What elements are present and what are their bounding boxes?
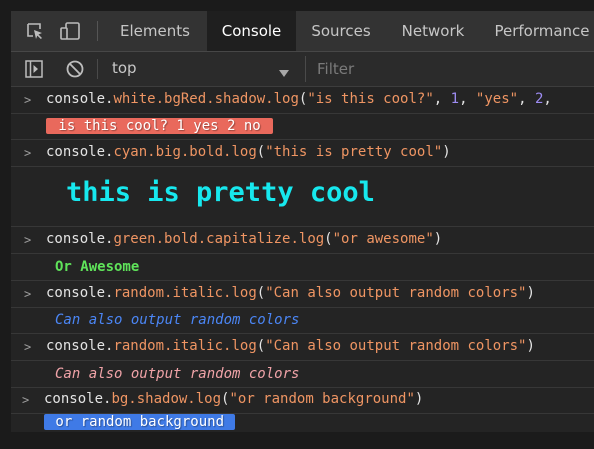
tab-console[interactable]: Console	[207, 11, 296, 51]
console-command: console.random.italic.log("Can also outp…	[46, 285, 535, 301]
sidebar-toggle-icon[interactable]	[25, 60, 43, 82]
code-method-chain: bg.shadow.log	[111, 391, 222, 407]
console-command: console.random.italic.log("Can also outp…	[46, 338, 535, 354]
log-output-green: Or Awesome	[55, 259, 140, 275]
input-prompt-icon: >	[24, 340, 32, 354]
code-string-arg: "Can also output random colors"	[265, 338, 527, 354]
tab-network[interactable]: Network	[389, 11, 477, 51]
console-log: > console.white.bgRed.shadow.log("is thi…	[11, 87, 594, 432]
tab-sources[interactable]: Sources	[301, 11, 381, 51]
console-output-row: is this cool? 1 yes 2 no	[11, 114, 594, 140]
console-output-row: Can also output random colors	[11, 361, 594, 388]
code-object: console	[46, 144, 106, 160]
code-object: console	[44, 391, 104, 407]
code-string-arg: "yes"	[475, 91, 519, 107]
context-dropdown-arrow-icon[interactable]	[279, 63, 289, 82]
log-output-random-pink: Can also output random colors	[55, 366, 300, 382]
code-number-arg: 1	[450, 91, 460, 107]
clear-console-icon[interactable]	[65, 59, 85, 83]
code-method-chain: cyan.big.bold.log	[113, 144, 257, 160]
code-string-arg: "or random background"	[229, 391, 415, 407]
devtools-tab-bar: Elements Console Sources Network Perform…	[11, 11, 594, 52]
inspect-element-icon[interactable]	[26, 22, 44, 44]
code-object: console	[46, 231, 106, 247]
code-method-chain: random.italic.log	[113, 338, 257, 354]
code-object: console	[46, 338, 106, 354]
console-input-row: > console.cyan.big.bold.log("this is pre…	[11, 140, 594, 167]
console-output-row: Or Awesome	[11, 254, 594, 281]
filter-input[interactable]	[311, 57, 594, 81]
console-toolbar: top	[11, 52, 594, 87]
input-prompt-icon: >	[24, 233, 32, 247]
console-input-row: > console.random.italic.log("Can also ou…	[11, 334, 594, 361]
toolbar-divider	[97, 59, 98, 79]
console-output-row: or random background	[11, 414, 594, 432]
console-input-row: > console.bg.shadow.log("or random backg…	[11, 388, 594, 414]
context-selector[interactable]: top	[112, 59, 137, 77]
input-prompt-icon: >	[24, 93, 32, 107]
console-command: console.white.bgRed.shadow.log("is this …	[46, 91, 561, 107]
console-command: console.cyan.big.bold.log("this is prett…	[46, 144, 451, 160]
console-input-row: > console.green.bold.capitalize.log("or …	[11, 227, 594, 254]
console-command: console.bg.shadow.log("or random backgro…	[44, 391, 424, 407]
device-toolbar-icon[interactable]	[60, 22, 82, 44]
tab-bar-divider	[97, 21, 98, 41]
console-output-row: Can also output random colors	[11, 308, 594, 334]
code-string-arg: "Can also output random colors"	[265, 285, 527, 301]
devtools-panel: Elements Console Sources Network Perform…	[11, 11, 594, 432]
log-output-bgred: is this cool? 1 yes 2 no	[46, 118, 274, 134]
filter-divider	[305, 56, 306, 82]
code-object: console	[46, 285, 106, 301]
code-method-chain: random.italic.log	[113, 285, 257, 301]
console-output-row: this is pretty cool	[11, 167, 594, 227]
log-output-cyan-big: this is pretty cool	[66, 177, 375, 208]
code-object: console	[46, 91, 106, 107]
input-prompt-icon: >	[22, 393, 30, 407]
console-input-row: > console.white.bgRed.shadow.log("is thi…	[11, 87, 594, 114]
log-output-random-blue: Can also output random colors	[55, 312, 300, 328]
console-command: console.green.bold.capitalize.log("or aw…	[46, 231, 443, 247]
input-prompt-icon: >	[24, 287, 32, 301]
tab-elements[interactable]: Elements	[109, 11, 201, 51]
tab-performance[interactable]: Performance	[487, 11, 594, 51]
input-prompt-icon: >	[24, 146, 32, 160]
code-string-arg: "is this cool?"	[307, 91, 434, 107]
code-method-chain: white.bgRed.shadow.log	[113, 91, 299, 107]
code-string-arg: "this is pretty cool"	[265, 144, 443, 160]
console-input-row: > console.random.italic.log("Can also ou…	[11, 281, 594, 308]
log-output-random-bg: or random background	[44, 414, 236, 430]
code-string-arg: "or awesome"	[332, 231, 434, 247]
code-method-chain: green.bold.capitalize.log	[113, 231, 325, 247]
